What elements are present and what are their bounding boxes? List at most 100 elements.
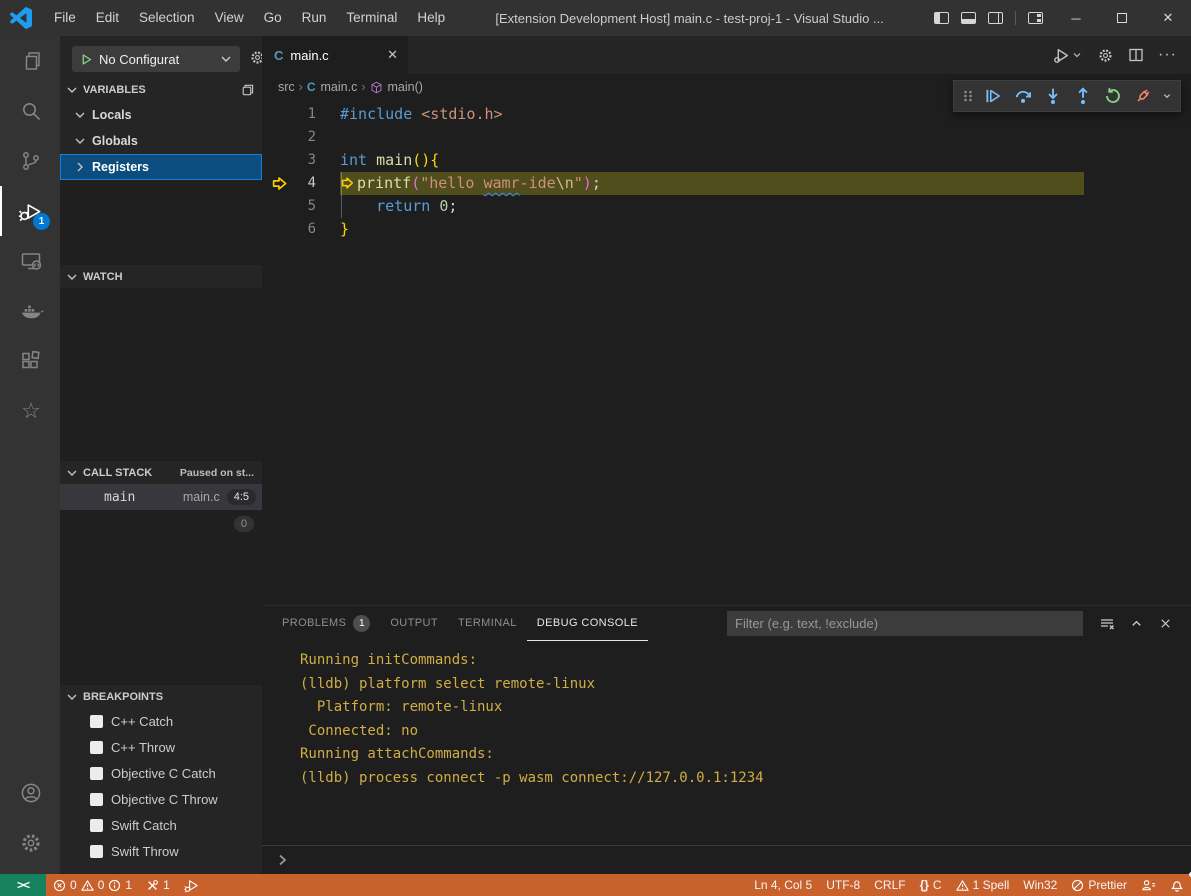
panel-tab-terminal[interactable]: TERMINAL — [448, 606, 527, 641]
variables-scope-globals[interactable]: Globals — [60, 128, 262, 154]
console-line: Running initCommands: — [300, 649, 1191, 673]
spell-checker-status[interactable]: 1 Spell — [949, 874, 1017, 896]
remote-indicator[interactable]: >< — [0, 874, 46, 896]
console-filter-input[interactable] — [727, 611, 1083, 636]
maximize-button[interactable] — [1099, 0, 1145, 36]
clear-console-icon[interactable] — [1099, 616, 1115, 632]
editor-settings-gear-icon[interactable] — [1097, 47, 1114, 64]
menu-help[interactable]: Help — [407, 0, 455, 36]
breadcrumb-folder[interactable]: src — [278, 80, 295, 94]
feedback-icon[interactable] — [1134, 874, 1163, 896]
launch-configuration-dropdown[interactable]: No Configurat — [72, 46, 240, 72]
breakpoint-row[interactable]: C++ Catch — [60, 708, 262, 734]
menu-file[interactable]: File — [44, 0, 86, 36]
toolbar-drag-handle[interactable] — [960, 88, 976, 104]
breakpoint-row[interactable]: Objective C Catch — [60, 760, 262, 786]
settings-gear-icon[interactable] — [0, 818, 60, 868]
split-editor-icon[interactable] — [1128, 47, 1144, 63]
toggle-secondary-sidebar-icon[interactable] — [988, 12, 1003, 24]
tab-main-c[interactable]: C main.c ✕ — [262, 36, 408, 74]
breakpoint-gutter[interactable] — [262, 149, 292, 172]
inline-breakpoint-icon[interactable] — [340, 176, 357, 190]
panel-tab-output[interactable]: OUTPUT — [380, 606, 448, 641]
debug-status-icon[interactable] — [177, 874, 206, 896]
breakpoint-checkbox[interactable] — [90, 767, 103, 780]
breakpoint-row[interactable]: Swift Throw — [60, 838, 262, 864]
debug-console-output[interactable]: Running initCommands:(lldb) platform sel… — [262, 641, 1191, 845]
platform-indicator[interactable]: Win32 — [1016, 874, 1064, 896]
breakpoint-gutter[interactable] — [262, 103, 292, 126]
breakpoint-row[interactable]: Swift Catch — [60, 812, 262, 838]
run-or-debug-button[interactable] — [1053, 47, 1083, 64]
maximize-panel-icon[interactable] — [1129, 616, 1144, 631]
breakpoint-checkbox[interactable] — [90, 845, 103, 858]
encoding-indicator[interactable]: UTF-8 — [819, 874, 867, 896]
breakpoint-checkbox[interactable] — [90, 741, 103, 754]
run-and-debug-icon[interactable]: 1 — [0, 186, 60, 236]
close-button[interactable]: ✕ — [1145, 0, 1191, 36]
formatter-status[interactable]: Prettier — [1064, 874, 1134, 896]
breakpoint-checkbox[interactable] — [90, 715, 103, 728]
copy-icon[interactable] — [239, 83, 254, 98]
more-actions-icon[interactable]: ··· — [1158, 50, 1177, 60]
breakpoint-row[interactable]: C++ Throw — [60, 734, 262, 760]
accounts-icon[interactable] — [0, 768, 60, 818]
menu-edit[interactable]: Edit — [86, 0, 129, 36]
problems-status[interactable]: 0 0 1 — [46, 874, 139, 896]
current-instruction-arrow-icon[interactable] — [262, 172, 292, 195]
explorer-icon[interactable] — [0, 36, 60, 86]
stack-frame-row[interactable]: main main.c 4:5 — [60, 484, 262, 510]
breakpoint-checkbox[interactable] — [90, 793, 103, 806]
customize-layout-icon[interactable] — [1028, 12, 1043, 24]
tab-close-icon[interactable]: ✕ — [387, 47, 398, 63]
start-debug-icon[interactable] — [80, 53, 93, 66]
notifications-bell-icon[interactable] — [1163, 874, 1191, 896]
continue-button[interactable] — [980, 83, 1006, 109]
tools-status[interactable]: 1 — [139, 874, 177, 896]
restart-button[interactable] — [1100, 83, 1126, 109]
breadcrumb-symbol[interactable]: main() — [370, 80, 423, 94]
variables-scope-registers[interactable]: Registers — [60, 154, 262, 180]
step-into-button[interactable] — [1040, 83, 1066, 109]
breakpoint-gutter[interactable] — [262, 218, 292, 241]
cursor-position[interactable]: Ln 4, Col 5 — [747, 874, 819, 896]
close-panel-icon[interactable] — [1158, 616, 1173, 631]
debug-console-input[interactable] — [262, 845, 1191, 874]
menu-run[interactable]: Run — [292, 0, 337, 36]
panel-tab-debug-console[interactable]: DEBUG CONSOLE — [527, 606, 648, 641]
toggle-panel-icon[interactable] — [961, 12, 976, 24]
breakpoint-gutter[interactable] — [262, 126, 292, 149]
menu-go[interactable]: Go — [254, 0, 292, 36]
breakpoint-row[interactable]: Objective C Throw — [60, 786, 262, 812]
eol-indicator[interactable]: CRLF — [867, 874, 912, 896]
variables-section-header[interactable]: VARIABLES — [60, 78, 262, 102]
watch-section-header[interactable]: WATCH — [60, 264, 262, 288]
debug-settings-gear-icon[interactable] — [249, 49, 262, 66]
variables-scope-locals[interactable]: Locals — [60, 102, 262, 128]
star-icon[interactable]: ☆ — [0, 386, 60, 436]
call-stack-section-header[interactable]: CALL STACK Paused on st... — [60, 460, 262, 484]
remote-explorer-icon[interactable] — [0, 236, 60, 286]
breakpoint-gutter[interactable] — [262, 195, 292, 218]
menu-selection[interactable]: Selection — [129, 0, 205, 36]
code-line: 3int main(){ — [262, 149, 1191, 172]
language-mode[interactable]: {̹} C — [913, 874, 949, 896]
menu-terminal[interactable]: Terminal — [336, 0, 407, 36]
step-out-button[interactable] — [1070, 83, 1096, 109]
disconnect-button[interactable] — [1130, 83, 1156, 109]
minimize-button[interactable]: ─ — [1053, 0, 1099, 36]
toggle-sidebar-icon[interactable] — [934, 12, 949, 24]
chevron-down-icon — [64, 689, 80, 705]
source-control-icon[interactable] — [0, 136, 60, 186]
code-editor[interactable]: 1#include <stdio.h>23int main(){4printf(… — [262, 100, 1191, 605]
search-icon[interactable] — [0, 86, 60, 136]
panel-tab-problems[interactable]: PROBLEMS1 — [272, 606, 380, 641]
breakpoints-section-header[interactable]: BREAKPOINTS — [60, 684, 262, 708]
breadcrumb-file[interactable]: C main.c — [307, 80, 358, 94]
debug-session-chevron-icon[interactable] — [1160, 89, 1174, 103]
breakpoint-checkbox[interactable] — [90, 819, 103, 832]
step-over-button[interactable] — [1010, 83, 1036, 109]
extensions-icon[interactable] — [0, 336, 60, 386]
menu-view[interactable]: View — [205, 0, 254, 36]
docker-icon[interactable] — [0, 286, 60, 336]
